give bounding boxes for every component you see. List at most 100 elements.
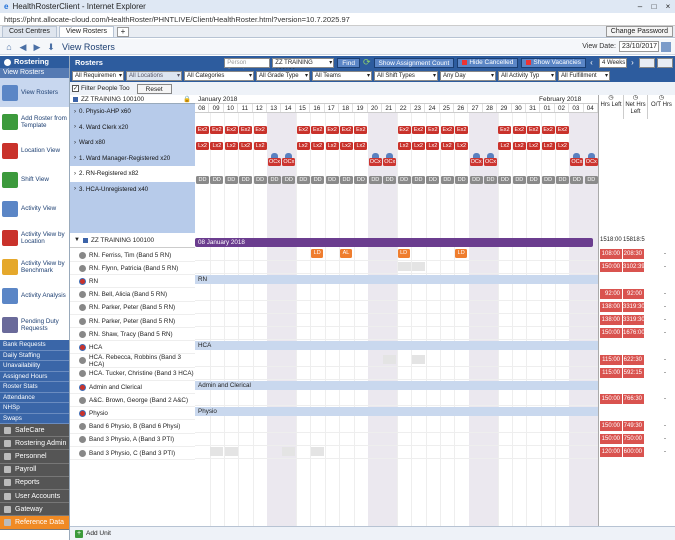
requirement-row[interactable]: › 4. Ward Clerk x20 bbox=[70, 120, 195, 136]
person-row[interactable]: RN. Flynn, Patricia (Band 5 RN) bbox=[70, 262, 195, 276]
day-header[interactable]: 27 bbox=[468, 104, 483, 112]
day-header[interactable]: 24 bbox=[425, 104, 440, 112]
filter-dropdown-1[interactable]: All Locations bbox=[126, 70, 182, 81]
shift-chip-ex2[interactable]: Ex2 bbox=[239, 126, 253, 134]
shift-chip-ex2[interactable]: Ex2 bbox=[527, 126, 541, 134]
sidebar-module-7[interactable]: Reference Data bbox=[0, 516, 69, 530]
expand-arrow-icon[interactable]: › bbox=[74, 155, 76, 161]
show-assignment-count-button[interactable]: Show Assignment Count bbox=[373, 57, 455, 68]
day-header[interactable]: 30 bbox=[512, 104, 526, 112]
shift-chip-dd[interactable]: DD bbox=[354, 176, 368, 184]
sidebar-module-1[interactable]: Rostering Admin bbox=[0, 437, 69, 451]
expand-arrow-icon[interactable]: › bbox=[74, 186, 76, 192]
lock-icon[interactable]: 🔒 bbox=[183, 95, 191, 103]
next-period-icon[interactable]: › bbox=[628, 58, 637, 68]
shift-chip-lx2[interactable]: Lx2 bbox=[527, 142, 541, 150]
shift-chip-ex2[interactable]: Ex2 bbox=[296, 126, 310, 134]
shift-chip-ld[interactable]: LD bbox=[397, 249, 410, 258]
shift-chip-ocx[interactable]: OCx bbox=[282, 158, 296, 166]
shift-chip-ex2[interactable]: Ex2 bbox=[512, 126, 526, 134]
shift-chip-lx2[interactable]: Lx2 bbox=[455, 142, 469, 150]
add-unit-button[interactable]: Add Unit bbox=[86, 530, 111, 537]
shift-chip-ex2[interactable]: Ex2 bbox=[253, 126, 267, 134]
prev-period-icon[interactable]: ‹ bbox=[587, 58, 596, 68]
person-row[interactable]: RN. Ferriss, Tim (Band 5 RN) bbox=[70, 249, 195, 262]
shift-chip-ex2[interactable]: Ex2 bbox=[426, 126, 440, 134]
sidebar-nav-7[interactable]: Swaps bbox=[0, 413, 69, 424]
shift-chip-ld[interactable]: LD bbox=[455, 249, 468, 258]
forward-arrow-icon[interactable]: ▶ bbox=[32, 42, 42, 52]
shift-chip-ex2[interactable]: Ex2 bbox=[556, 126, 569, 134]
shift-chip-ex2[interactable]: Ex2 bbox=[224, 126, 238, 134]
requirement-row[interactable]: › Ward x80 bbox=[70, 135, 195, 151]
sidebar-nav-6[interactable]: NHSp bbox=[0, 403, 69, 414]
filter-dropdown-5[interactable]: All Shift Types bbox=[374, 70, 438, 81]
shift-chip-dd[interactable]: DD bbox=[512, 176, 526, 184]
shift-chip-ocx[interactable]: OCx bbox=[584, 158, 598, 166]
shift-chip-ex2[interactable]: Ex2 bbox=[340, 126, 353, 134]
shift-chip-ld[interactable]: LD bbox=[311, 249, 324, 258]
day-header[interactable]: 31 bbox=[526, 104, 541, 112]
staff-group-row[interactable]: HCA bbox=[70, 341, 195, 355]
sidebar-header[interactable]: Rostering bbox=[0, 56, 69, 68]
day-header[interactable]: 02 bbox=[555, 104, 570, 112]
filter-people-checkbox[interactable]: ✓ bbox=[72, 85, 79, 92]
address-bar[interactable]: https://phnt.allocate-cloud.com/HealthRo… bbox=[0, 13, 675, 26]
person-row[interactable]: RN. Parker, Peter (Band 5 RN) bbox=[70, 302, 195, 315]
shift-chip-lx2[interactable]: Lx2 bbox=[253, 142, 267, 150]
shift-chip-dd[interactable]: DD bbox=[383, 176, 397, 184]
tab-view-rosters[interactable]: View Rosters bbox=[58, 26, 114, 37]
shift-chip-ex2[interactable]: Ex2 bbox=[498, 126, 512, 134]
day-header[interactable]: 10 bbox=[224, 104, 239, 112]
person-search-input[interactable]: Person Search... bbox=[224, 57, 271, 75]
shift-chip-ex2[interactable]: Ex2 bbox=[412, 126, 425, 134]
day-header[interactable]: 28 bbox=[483, 104, 498, 112]
filter-dropdown-0[interactable]: All Requiremen bbox=[72, 70, 124, 81]
shift-chip-dd[interactable]: DD bbox=[368, 176, 382, 184]
expand-arrow-icon[interactable]: › bbox=[74, 124, 76, 130]
day-header[interactable]: 29 bbox=[497, 104, 512, 112]
sidebar-nav-5[interactable]: Attendance bbox=[0, 392, 69, 403]
unit-select[interactable]: ZZ TRAINING 100100 bbox=[272, 57, 335, 75]
requirement-row[interactable]: › 3. HCA-Unregistered x40 bbox=[70, 182, 195, 197]
shift-chip-al[interactable]: AL bbox=[340, 249, 352, 258]
shift-chip-dd[interactable]: DD bbox=[325, 176, 339, 184]
sidebar-item-0[interactable]: View Rosters bbox=[0, 78, 69, 107]
expand-arrow-icon[interactable]: › bbox=[74, 109, 76, 115]
requirement-row[interactable]: › 2. RN-Registered x82 bbox=[70, 166, 195, 182]
day-header[interactable]: 08 bbox=[195, 104, 210, 112]
shift-chip-dd[interactable]: DD bbox=[455, 176, 469, 184]
filter-dropdown-7[interactable]: All Activity Typ bbox=[498, 70, 556, 81]
add-unit-icon[interactable]: + bbox=[75, 529, 83, 538]
shift-chip-lx2[interactable]: Lx2 bbox=[440, 142, 454, 150]
shift-chip-dd[interactable]: DD bbox=[469, 176, 483, 184]
shift-chip-lx2[interactable]: Lx2 bbox=[397, 142, 411, 150]
day-header[interactable]: 19 bbox=[353, 104, 368, 112]
staff-group-row[interactable]: Physio bbox=[70, 407, 195, 421]
sidebar-module-0[interactable]: SafeCare bbox=[0, 424, 69, 438]
requirement-row[interactable]: › 0. Physio-AHP x60 bbox=[70, 104, 195, 120]
close-icon[interactable]: × bbox=[661, 2, 675, 11]
shift-chip-lx2[interactable]: Lx2 bbox=[325, 142, 339, 150]
shift-chip-lx2[interactable]: Lx2 bbox=[239, 142, 253, 150]
shift-chip-dd[interactable]: DD bbox=[311, 176, 325, 184]
person-row[interactable]: A&C. Brown, George (Band 2 A&C) bbox=[70, 394, 195, 408]
person-row[interactable]: RN. Bell, Alicia (Band 5 RN) bbox=[70, 289, 195, 302]
shift-chip-dd[interactable]: DD bbox=[210, 176, 224, 184]
find-button[interactable]: Find bbox=[337, 57, 360, 68]
sidebar-nav-0[interactable]: Bank Requests bbox=[0, 340, 69, 351]
day-header[interactable]: 15 bbox=[296, 104, 311, 112]
add-tab-button[interactable]: + bbox=[116, 27, 129, 37]
shift-chip-ocx[interactable]: OCx bbox=[469, 158, 483, 166]
day-header[interactable]: 21 bbox=[382, 104, 397, 112]
shift-chip-dd[interactable]: DD bbox=[541, 176, 555, 184]
refresh-icon[interactable]: ⟳ bbox=[363, 57, 371, 68]
shift-chip-ocx[interactable]: OCx bbox=[268, 158, 281, 166]
sidebar-module-3[interactable]: Payroll bbox=[0, 463, 69, 477]
sidebar-item-8[interactable]: Pending Duty Requests bbox=[0, 310, 69, 339]
person-row[interactable]: Band 3 Physio, A (Band 3 PTI) bbox=[70, 434, 195, 447]
sidebar-module-5[interactable]: User Accounts bbox=[0, 489, 69, 504]
person-row[interactable]: Band 3 Physio, C (Band 3 PTI) bbox=[70, 447, 195, 460]
shift-chip-dd[interactable]: DD bbox=[498, 176, 512, 184]
shift-chip-lx2[interactable]: Lx2 bbox=[426, 142, 440, 150]
